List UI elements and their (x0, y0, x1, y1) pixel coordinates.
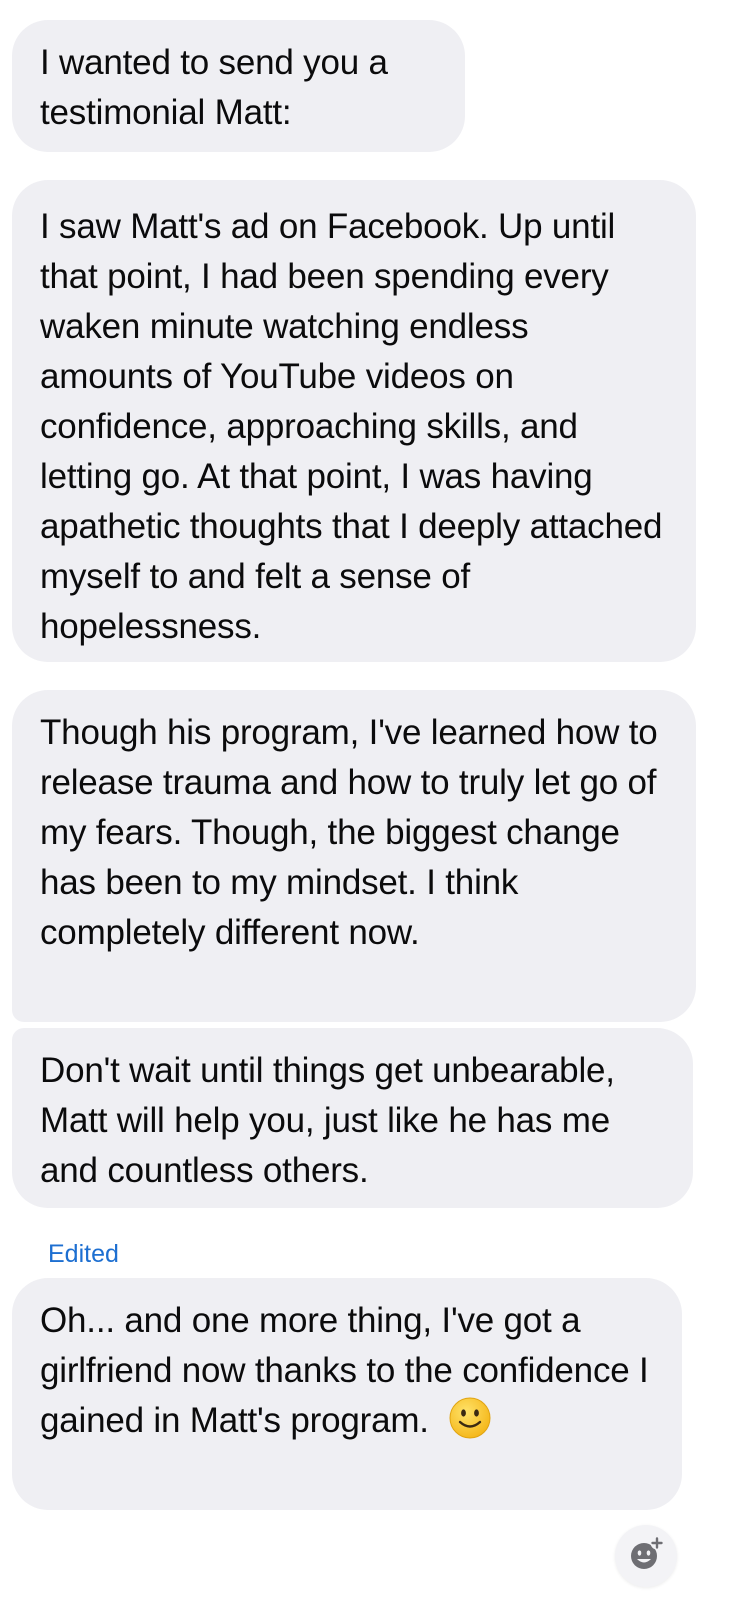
slightly-smiling-face-icon (448, 1396, 492, 1440)
message-bubble[interactable]: I saw Matt's ad on Facebook. Up until th… (12, 180, 696, 662)
add-reaction-button[interactable] (615, 1525, 677, 1587)
message-text: Oh... and one more thing, I've got a gir… (40, 1301, 649, 1440)
message-bubble[interactable]: Oh... and one more thing, I've got a gir… (12, 1278, 682, 1510)
message-text: I saw Matt's ad on Facebook. Up until th… (40, 207, 663, 646)
add-reaction-icon (626, 1534, 666, 1579)
message-thread: I wanted to send you a testimonial Matt:… (0, 0, 730, 1600)
message-bubble[interactable]: Though his program, I've learned how to … (12, 690, 696, 1022)
message-text: Don't wait until things get unbearable, … (40, 1051, 615, 1190)
message-bubble[interactable]: I wanted to send you a testimonial Matt: (12, 20, 465, 152)
message-bubble[interactable]: Don't wait until things get unbearable, … (12, 1028, 693, 1208)
message-text: Though his program, I've learned how to … (40, 713, 658, 952)
message-text: I wanted to send you a testimonial Matt: (40, 43, 388, 132)
edited-label[interactable]: Edited (48, 1238, 119, 1270)
